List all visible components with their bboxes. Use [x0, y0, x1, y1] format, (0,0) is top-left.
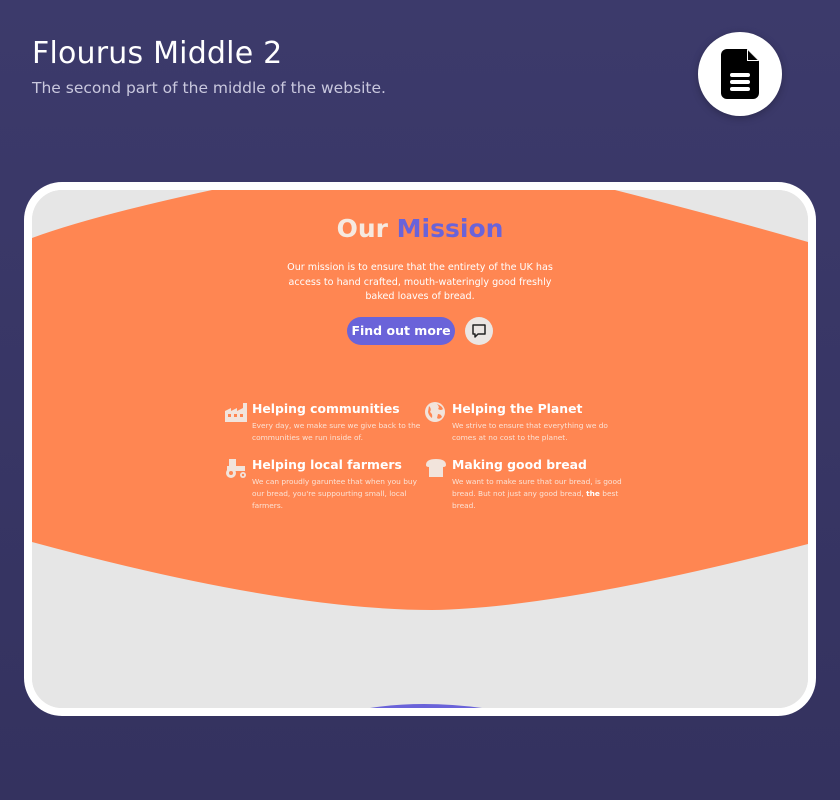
- mission-heading: Our Mission: [32, 214, 808, 243]
- feature-desc: We want to make sure that our bread, is …: [452, 476, 624, 512]
- globe-icon: [425, 402, 445, 422]
- website-preview: Our Mission Our mission is to ensure tha…: [32, 190, 808, 708]
- feature-title: Making good bread: [452, 457, 587, 472]
- page-title: Flourus Middle 2: [32, 36, 283, 71]
- bread-icon: [426, 459, 446, 477]
- feature-title: Helping local farmers: [252, 457, 402, 472]
- chat-button[interactable]: [465, 317, 493, 345]
- feature-title: Helping the Planet: [452, 401, 583, 416]
- page-subtitle: The second part of the middle of the web…: [32, 79, 386, 97]
- mission-text: Our mission is to ensure that the entire…: [287, 262, 553, 303]
- feature-desc-bold: the: [586, 489, 600, 498]
- find-out-more-button[interactable]: Find out more: [347, 317, 455, 345]
- document-button[interactable]: [698, 32, 782, 116]
- mission-heading-part1: Our: [336, 214, 388, 243]
- feature-desc: We can proudly garuntee that when you bu…: [252, 477, 417, 510]
- factory-icon: [225, 403, 247, 422]
- chat-icon: [472, 324, 486, 338]
- feature-desc: Every day, we make sure we give back to …: [252, 421, 421, 442]
- document-icon: [721, 49, 759, 99]
- device-frame: Our Mission Our mission is to ensure tha…: [24, 182, 816, 716]
- mission-heading-part2: Mission: [396, 214, 504, 243]
- feature-title: Helping communities: [252, 401, 400, 416]
- feature-desc: We strive to ensure that everything we d…: [452, 421, 608, 442]
- tractor-icon: [226, 459, 246, 478]
